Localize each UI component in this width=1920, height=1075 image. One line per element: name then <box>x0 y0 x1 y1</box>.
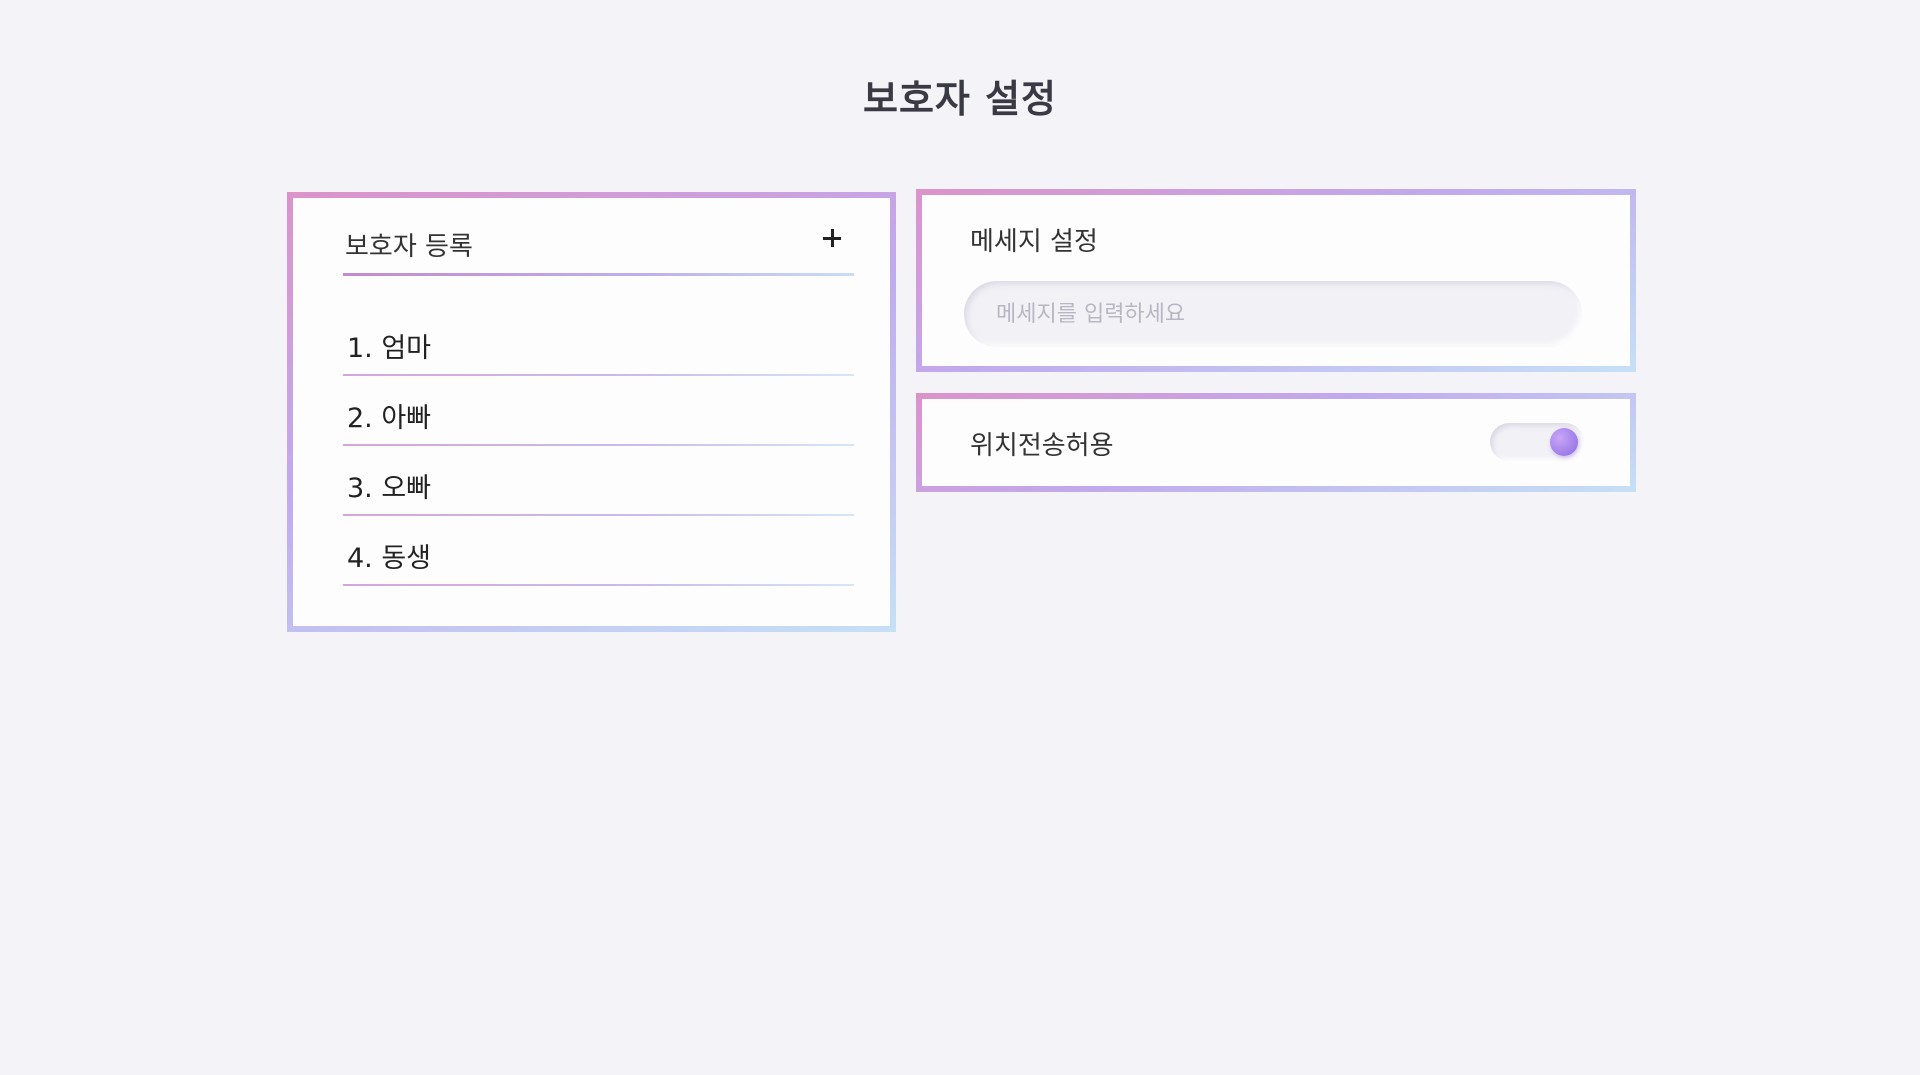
guardian-item-label: 1. 엄마 <box>347 333 432 364</box>
message-panel: 메세지 설정 <box>916 189 1636 372</box>
message-title: 메세지 설정 <box>970 227 1098 257</box>
guardian-panel: 보호자 등록 1. 엄마 2. 아빠 3. 오빠 4. 동생 <box>287 192 896 632</box>
guardian-item-label: 4. 동생 <box>347 543 432 574</box>
location-panel-inner: 위치전송허용 <box>922 399 1630 486</box>
guardian-item[interactable]: 4. 동생 <box>343 516 854 586</box>
message-input[interactable] <box>964 281 1582 347</box>
guardian-header: 보호자 등록 <box>343 218 854 276</box>
add-guardian-button[interactable] <box>814 220 850 256</box>
guardian-list: 1. 엄마 2. 아빠 3. 오빠 4. 동생 <box>343 306 854 586</box>
location-label: 위치전송허용 <box>970 431 1114 461</box>
header-divider <box>343 273 854 276</box>
location-panel: 위치전송허용 <box>916 393 1636 492</box>
guardian-item[interactable]: 1. 엄마 <box>343 306 854 376</box>
guardian-panel-inner: 보호자 등록 1. 엄마 2. 아빠 3. 오빠 4. 동생 <box>293 198 890 626</box>
toggle-knob <box>1550 428 1578 456</box>
location-toggle[interactable] <box>1490 423 1584 461</box>
guardian-item[interactable]: 3. 오빠 <box>343 446 854 516</box>
guardian-item-label: 3. 오빠 <box>347 473 432 504</box>
plus-icon-vertical <box>830 229 834 247</box>
guardian-title: 보호자 등록 <box>345 232 473 262</box>
page-title: 보호자 설정 <box>862 77 1058 121</box>
guardian-item[interactable]: 2. 아빠 <box>343 376 854 446</box>
guardian-item-label: 2. 아빠 <box>347 403 432 434</box>
message-panel-inner: 메세지 설정 <box>922 195 1630 366</box>
item-divider <box>343 584 854 586</box>
